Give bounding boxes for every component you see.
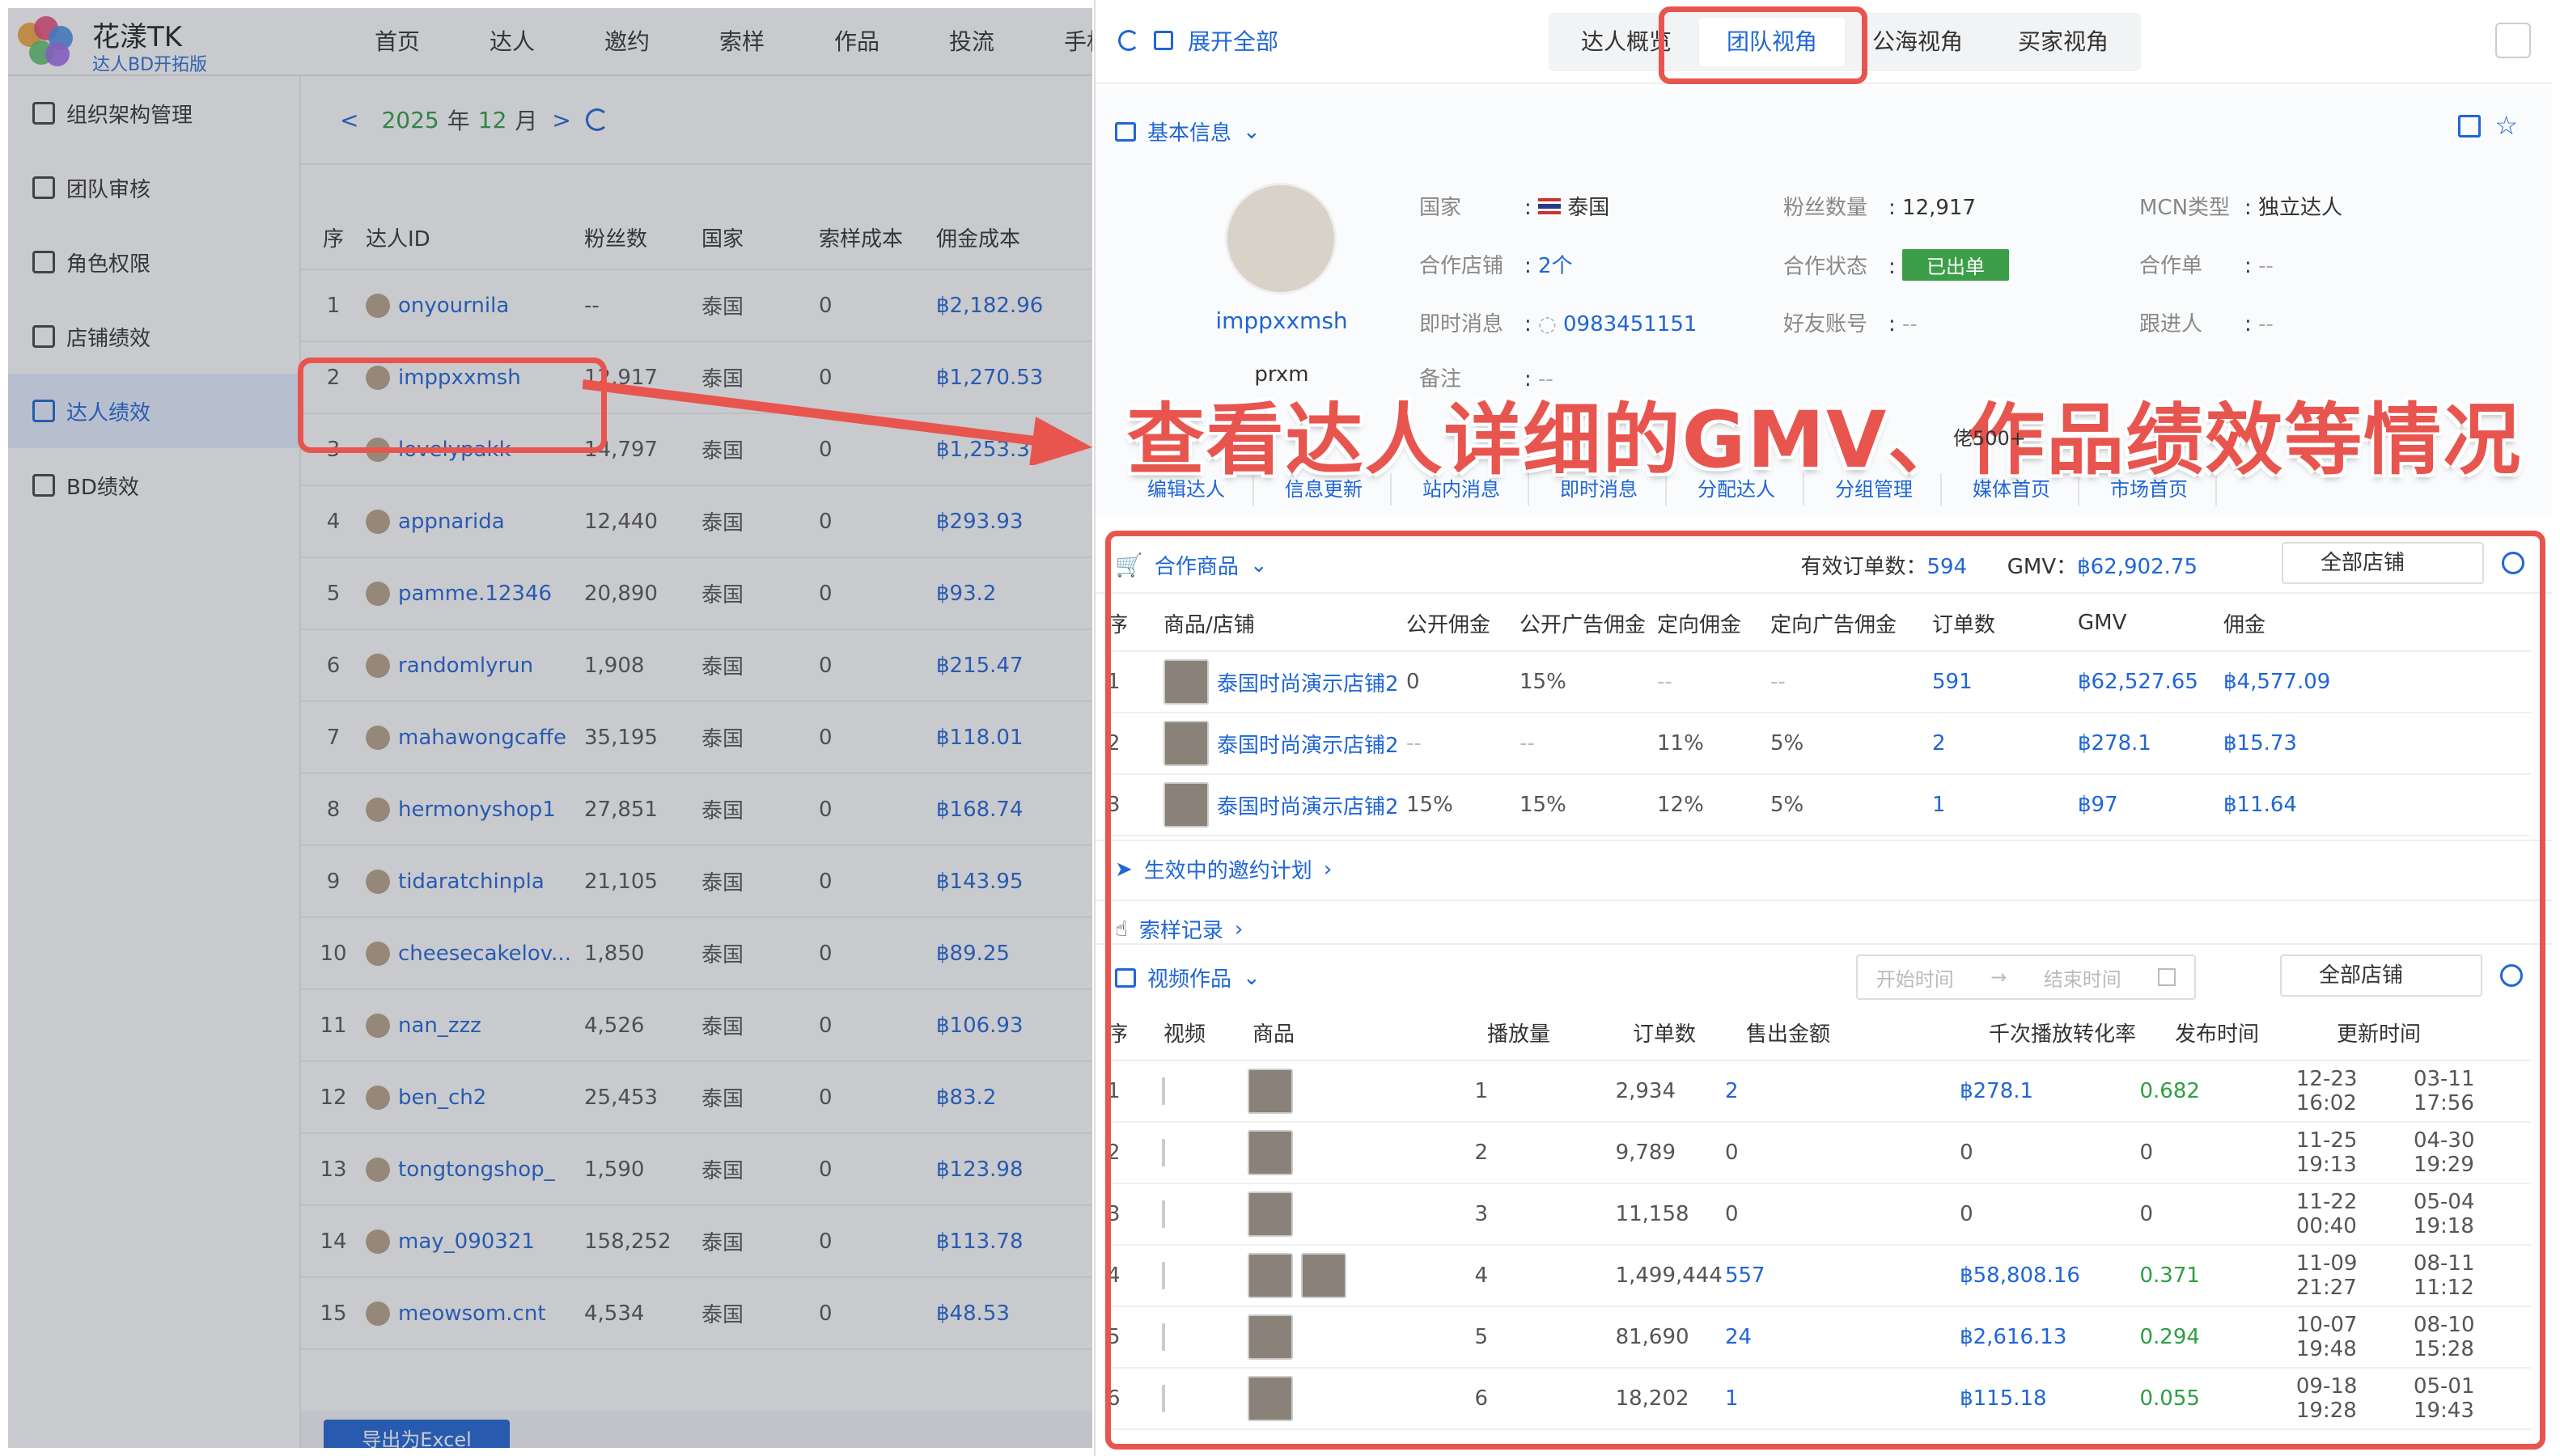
basic-info-label: 基本信息 (1147, 121, 1232, 146)
id-card-icon (1115, 121, 1136, 142)
info-fans: 粉丝数量: 12,917 (1783, 191, 1976, 221)
tab-buyer-view[interactable]: 买家视角 (1990, 18, 2136, 66)
info-key: 合作店铺 (1419, 254, 1504, 278)
info-shops: 合作店铺: 2个 (1419, 249, 1573, 279)
expand-all-label: 展开全部 (1188, 28, 1279, 55)
info-sep: : (1888, 312, 1896, 336)
highlight-team-tab (1659, 6, 1867, 84)
chevron-down-icon: ⌄ (1243, 119, 1261, 144)
info-sep: : (1524, 254, 1532, 278)
avatar (1225, 183, 1337, 294)
edit-icon[interactable] (2458, 115, 2481, 138)
info-value: -- (1902, 312, 1918, 336)
info-sep: : (2244, 254, 2252, 278)
gear-icon[interactable] (2495, 23, 2531, 58)
info-mcn: MCN类型: 独立达人 (2139, 191, 2342, 221)
main-app: 花漾TK 达人BD开拓版 首页 达人 邀约 索样 作品 投流 手机 组织架构管理… (8, 8, 1092, 1448)
screenshot-root: 花漾TK 达人BD开拓版 首页 达人 邀约 索样 作品 投流 手机 组织架构管理… (0, 0, 2560, 1456)
annotation-text: 查看达人详细的GMV、作品绩效等情况 (1126, 394, 2523, 485)
chat-icon: ◌ (1538, 312, 1557, 336)
info-key: 粉丝数量 (1783, 196, 1868, 220)
annotation-arrow (583, 379, 1092, 465)
highlight-creator-row (298, 358, 607, 453)
info-value: 独立达人 (2258, 196, 2343, 220)
info-value: -- (2258, 254, 2274, 278)
expand-icon (1154, 31, 1173, 50)
status-badge: 已出单 (1902, 249, 2010, 281)
info-sep: : (1888, 196, 1896, 220)
modal-overlay[interactable] (8, 8, 1092, 1448)
annotation-banner: 查看达人详细的GMV、作品绩效等情况 (1096, 380, 2552, 485)
highlight-performance-panel (1105, 531, 2545, 1450)
info-follow: 跟进人: -- (2139, 307, 2274, 337)
info-sep: : (1524, 312, 1532, 336)
refresh-icon[interactable] (1118, 30, 1139, 51)
drawer-header: 展开全部 达人概览 团队视角 公海视角 买家视角 (1096, 0, 2552, 84)
info-key: MCN类型 (2139, 196, 2231, 220)
info-sep: : (2244, 312, 2252, 336)
info-value[interactable]: 0983451151 (1563, 312, 1697, 336)
info-friend: 好友账号: -- (1783, 307, 1918, 337)
info-key: 跟进人 (2139, 312, 2203, 336)
info-sep: : (1524, 196, 1532, 220)
expand-all-button[interactable]: 展开全部 (1118, 24, 1278, 57)
info-value: 泰国 (1567, 196, 1610, 220)
info-coop: 合作单: -- (2139, 249, 2274, 279)
info-value: -- (2258, 312, 2274, 336)
info-value[interactable]: 2个 (1538, 254, 1573, 278)
info-sep: : (2244, 196, 2252, 220)
info-key: 合作状态 (1783, 255, 1868, 279)
info-key: 合作单 (2139, 254, 2203, 278)
basic-info-title[interactable]: 基本信息 ⌄ (1115, 116, 1261, 146)
info-sep: : (1888, 255, 1896, 279)
star-icon[interactable]: ☆ (2494, 110, 2518, 141)
info-key: 即时消息 (1419, 312, 1504, 336)
info-im: 即时消息: ◌ 0983451151 (1419, 307, 1697, 337)
info-key: 国家 (1419, 196, 1462, 220)
creator-name[interactable]: imppxxmsh (1193, 307, 1371, 334)
info-key: 好友账号 (1783, 312, 1868, 336)
info-status: 合作状态: 已出单 (1783, 249, 2010, 281)
flag-icon (1538, 198, 1562, 214)
annotation-tail: 佬500+ (1953, 427, 2026, 450)
info-country: 国家: 泰国 (1419, 191, 1609, 221)
info-value: 12,917 (1902, 196, 1977, 220)
